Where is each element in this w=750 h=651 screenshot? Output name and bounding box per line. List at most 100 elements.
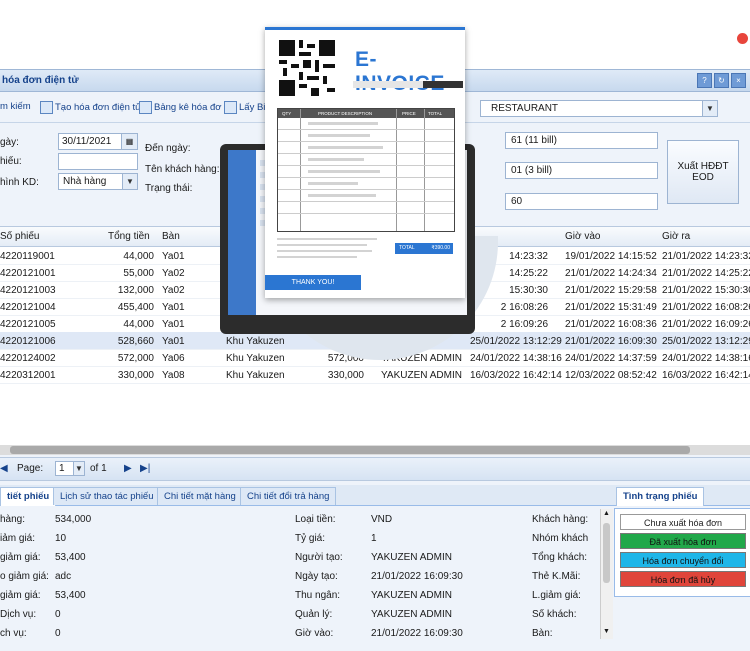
table-cell-table: Ya01: [162, 251, 185, 262]
scroll-down-icon[interactable]: ▼: [603, 628, 610, 635]
table-cell-out: 21/01/2022 15:30:30: [662, 285, 750, 296]
chevron-down-icon: ▼: [702, 101, 717, 116]
table-cell-out: 21/01/2022 16:08:26: [662, 302, 750, 313]
search-button[interactable]: m kiếm: [0, 101, 31, 112]
invoice-note: [277, 244, 367, 246]
scroll-up-icon[interactable]: ▲: [603, 510, 610, 517]
last-page-icon[interactable]: ▶|: [140, 463, 150, 474]
detail-label: hàng:: [0, 514, 26, 525]
detail-value: 1: [371, 533, 377, 544]
invoice-total-header: TOTAL: [428, 111, 443, 116]
detail-value: 21/01/2022 16:09:30: [371, 628, 463, 639]
table-cell-out: 24/01/2022 14:38:16: [662, 353, 750, 364]
table-row[interactable]: 4220312001 330,000 Ya08 Khu Yakuzen 330,000 Y…: [0, 366, 750, 384]
restaurant-select[interactable]: RESTAURANT ▼: [480, 100, 718, 117]
vertical-scrollbar[interactable]: ▲ ▼: [600, 509, 613, 639]
table-cell-table: Ya02: [162, 268, 185, 279]
column-header-total[interactable]: Tổng tiền: [108, 231, 150, 242]
restaurant-select-value: RESTAURANT: [491, 103, 559, 114]
chevron-down-icon: ▼: [73, 462, 84, 475]
refresh-button[interactable]: ↻: [714, 73, 729, 88]
invoice-divider: [278, 201, 454, 202]
detail-label: Người tạo:: [295, 552, 343, 563]
invoice-list-button[interactable]: Bảng kê hóa đơ: [139, 101, 222, 114]
search-button-label: m kiếm: [0, 101, 31, 112]
invoice-line: [308, 170, 380, 173]
status-cancelled: Hóa đơn đã hủy: [620, 571, 746, 587]
code-field[interactable]: [58, 153, 138, 170]
table-cell-total: 330,000: [117, 370, 154, 381]
invoice-title: E-INVOICE: [355, 48, 444, 95]
invoice-line: [308, 182, 358, 185]
table-cell-code: 4220121003: [0, 285, 56, 296]
count-value-3: 60: [511, 196, 523, 207]
window-title: hóa đơn điện tử: [2, 75, 79, 86]
table-cell-in: 19/01/2022 14:15:52: [565, 251, 657, 262]
column-header-code[interactable]: Số phiếu: [0, 231, 39, 242]
business-type-select[interactable]: Nhà hàng ▼: [58, 173, 138, 190]
invoice-divider: [278, 213, 454, 214]
table-cell-table: Ya01: [162, 302, 185, 313]
window-controls: ? ↻ ×: [697, 73, 746, 88]
close-button[interactable]: ×: [731, 73, 746, 88]
table-cell-time-out: 25/01/2022 13:12:29: [470, 336, 562, 347]
prev-page-icon[interactable]: ◀: [0, 463, 8, 474]
export-eod-button[interactable]: Xuất HĐĐT EOD: [667, 140, 739, 204]
table-cell-table: Ya06: [162, 353, 185, 364]
detail-label: giảm giá:: [0, 552, 41, 563]
invoice-total-label: TOTAL: [399, 245, 415, 251]
table-cell-out: 21/01/2022 14:23:32: [662, 251, 750, 262]
e-invoice-illustration: E-INVOICE QTY PRODUCT DESCRIPTION PRICE …: [265, 27, 465, 298]
table-cell-time-out: 16/03/2022 16:42:14: [470, 370, 562, 381]
table-cell-code: 4220121004: [0, 302, 56, 313]
detail-label: L.giảm giá:: [532, 590, 581, 601]
page-count: of 1: [90, 463, 107, 474]
qr-code-icon: [279, 40, 335, 96]
detail-label: Nhóm khách: [532, 533, 589, 544]
detail-value: 10: [55, 533, 67, 544]
status-issued: Đã xuất hóa đơn: [620, 533, 746, 549]
create-invoice-button[interactable]: Tạo hóa đơn điện tử: [40, 101, 142, 114]
tab-returns[interactable]: Chi tiết đổi trả hàng: [240, 487, 337, 505]
tab-bill-detail[interactable]: tiết phiếu: [0, 487, 57, 506]
table-cell-code: 4220312001: [0, 370, 56, 381]
column-header-table[interactable]: Bàn: [162, 231, 180, 242]
detail-tabs: tiết phiếu Lịch sử thao tác phiếu Chi ti…: [0, 485, 750, 506]
help-button[interactable]: ?: [697, 73, 712, 88]
invoice-divider: [278, 153, 454, 154]
count-field-1: 61 (11 bill): [505, 132, 658, 149]
page-number-field[interactable]: 1 ▼: [55, 461, 85, 476]
fetch-button[interactable]: Lấy Bi: [224, 101, 265, 114]
detail-label: Bàn:: [532, 628, 553, 639]
tab-history[interactable]: Lịch sử thao tác phiếu: [53, 487, 161, 505]
detail-label: Quản lý:: [295, 609, 333, 620]
business-type-value: Nhà hàng: [63, 176, 107, 187]
fetch-label: Lấy Bi: [239, 102, 266, 113]
table-cell-in: 21/01/2022 16:09:30: [565, 336, 657, 347]
detail-label: ch vụ:: [0, 628, 27, 639]
tab-bill-status[interactable]: Tình trạng phiếu: [616, 487, 705, 506]
list-icon: [139, 101, 152, 114]
tab-items[interactable]: Chi tiết mặt hàng: [157, 487, 243, 505]
table-cell-area: Khu Yakuzen: [226, 336, 285, 347]
next-page-icon[interactable]: ▶: [124, 463, 132, 474]
detail-label: giảm giá:: [0, 590, 41, 601]
detail-value: 0: [55, 609, 61, 620]
invoice-line: [308, 134, 370, 137]
table-cell-in: 24/01/2022 14:37:59: [565, 353, 657, 364]
invoice-note: [277, 250, 372, 252]
calendar-icon[interactable]: ▦: [121, 134, 137, 149]
invoice-line: [308, 194, 376, 197]
bill-status-legend: Chưa xuất hóa đơn Đã xuất hóa đơn Hóa đơ…: [614, 508, 750, 597]
from-date-field[interactable]: 30/11/2021 ▦: [58, 133, 138, 150]
horizontal-scrollbar[interactable]: [0, 445, 750, 455]
column-header-time-out[interactable]: Giờ ra: [662, 231, 690, 242]
scrollbar-thumb[interactable]: [603, 523, 610, 583]
detail-label: Thu ngân:: [295, 590, 341, 601]
column-header-time-in[interactable]: Giờ vào: [565, 231, 600, 242]
invoice-line: [308, 122, 378, 125]
scrollbar-thumb[interactable]: [10, 446, 690, 454]
invoice-qty-header: QTY: [282, 111, 292, 116]
export-eod-label: Xuất HĐĐT EOD: [677, 161, 729, 183]
detail-value: 21/01/2022 16:09:30: [371, 571, 463, 582]
